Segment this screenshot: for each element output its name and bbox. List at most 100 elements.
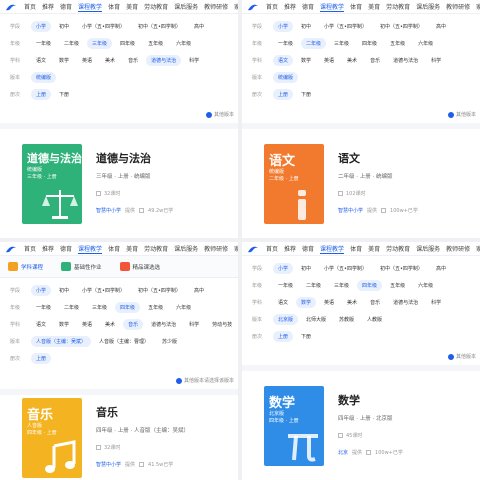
filter-option[interactable]: 六年级 [171,38,196,49]
filter-option[interactable]: 一年级 [273,38,298,49]
filter-option[interactable]: 二年级 [301,280,326,291]
nav-item[interactable]: 美育 [126,244,138,253]
filter-option[interactable]: 上册 [273,89,294,100]
nav-item[interactable]: 劳动教育 [386,2,410,11]
nav-item[interactable]: 推荐 [284,244,296,253]
nav-item[interactable]: 教师研修 [446,244,470,253]
nav-item[interactable]: 课后服务 [416,244,440,253]
filter-option[interactable]: 道德与法治 [388,55,423,66]
nav-item[interactable]: 家庭教育 [234,244,238,253]
platform-logo-icon[interactable] [4,243,18,255]
nav-item[interactable]: 德育 [302,2,314,11]
nav-item[interactable]: 体育 [108,2,120,11]
nav-item[interactable]: 体育 [350,244,362,253]
filter-option[interactable]: 四年级 [115,302,141,313]
filter-option[interactable]: 科学 [184,319,204,330]
nav-item[interactable]: 家 [234,2,238,11]
filter-option[interactable]: 数学 [296,55,316,66]
filter-option[interactable]: 上册 [31,353,52,364]
textbook-title[interactable]: 语文 [338,150,418,166]
filter-option[interactable]: 音乐 [123,55,143,66]
filter-option[interactable]: 初中 [54,285,74,296]
other-versions-link[interactable]: 其他版本 [447,353,476,360]
filter-option[interactable]: 初中（五•四学制） [133,285,186,296]
filter-option[interactable]: 小学 [273,21,294,32]
provider-name[interactable]: 智慧中小学 [338,207,363,214]
filter-option[interactable]: 初中 [296,263,316,274]
tab-content-type[interactable]: 精品课选选 [119,262,160,271]
filter-option[interactable]: 二年级 [59,302,84,313]
nav-item[interactable]: 课程教学 [320,2,345,12]
nav-item[interactable]: 课程教学 [78,244,103,254]
filter-option[interactable]: 上册 [273,331,294,342]
filter-option[interactable]: 上册 [31,89,52,100]
filter-option[interactable]: 人音版（主编：吴斌） [31,336,92,347]
nav-item[interactable]: 德育 [60,2,72,11]
filter-option[interactable]: 五年级 [143,302,168,313]
filter-option[interactable]: 六年级 [413,38,438,49]
filter-option[interactable]: 二年级 [59,38,84,49]
filter-option[interactable]: 六年级 [413,280,438,291]
filter-option[interactable]: 科学 [184,55,204,66]
filter-option[interactable]: 四年级 [115,38,140,49]
textbook-card[interactable]: 道德与法治 统编版 三年级 · 上册 道德与法治 三年级 · 上册 · 统编版 32课时智… [0,129,238,238]
filter-option[interactable]: 人教版 [362,314,387,325]
other-versions-link[interactable]: 其他版本 [447,111,476,118]
filter-option[interactable]: 小学（五•四学制） [77,285,130,296]
filter-option[interactable]: 小学（五•四学制） [319,21,372,32]
platform-logo-icon[interactable] [246,243,260,255]
filter-option[interactable]: 统编版 [31,72,57,83]
filter-option[interactable]: 小学（五•四学制） [319,263,372,274]
filter-option[interactable]: 美术 [342,55,362,66]
filter-option[interactable]: 苏教版 [334,314,359,325]
filter-option[interactable]: 英语 [77,319,97,330]
filter-option[interactable]: 初中 [54,21,74,32]
filter-option[interactable]: 四年级 [357,38,382,49]
filter-option[interactable]: 数学 [54,319,74,330]
filter-option[interactable]: 道德与法治 [146,55,182,66]
filter-option[interactable]: 劳动与技术 [207,319,232,330]
filter-option[interactable]: 五年级 [385,38,410,49]
platform-logo-icon[interactable] [4,1,18,13]
filter-option[interactable]: 科学 [426,297,446,308]
nav-item[interactable]: 家 [476,2,480,11]
nav-item[interactable]: 体育 [350,2,362,11]
filter-option[interactable]: 小学（五•四学制） [77,21,130,32]
nav-item[interactable]: 首页 [266,244,278,253]
nav-item[interactable]: 劳动教育 [144,2,168,11]
filter-option[interactable]: 道德与法治 [146,319,181,330]
filter-option[interactable]: 二年级 [301,38,327,49]
nav-item[interactable]: 教师研修 [446,2,470,11]
filter-option[interactable]: 道德与法治 [388,297,423,308]
textbook-cover[interactable]: 数学 北京版 四年级 · 上册 [264,385,324,466]
textbook-title[interactable]: 道德与法治 [96,150,173,166]
filter-option[interactable]: 音乐 [365,55,385,66]
filter-option[interactable]: 语文 [31,319,51,330]
filter-option[interactable]: 四年级 [357,280,383,291]
nav-item[interactable]: 美育 [368,2,380,11]
filter-option[interactable]: 小学 [31,21,52,32]
filter-option[interactable]: 苏少版 [157,336,182,347]
provider-name[interactable]: 北京 [338,449,348,456]
filter-option[interactable]: 科学 [426,55,446,66]
tab-content-type[interactable]: 学科课程 [8,262,43,271]
filter-option[interactable]: 一年级 [273,280,298,291]
nav-item[interactable]: 首页 [24,2,36,11]
nav-item[interactable]: 首页 [24,244,36,253]
nav-item[interactable]: 劳动教育 [144,244,168,253]
filter-option[interactable]: 人音版（主编：曹理） [94,336,154,347]
filter-option[interactable]: 初中 [296,21,316,32]
other-versions-link[interactable]: 其他版本 [205,111,234,118]
nav-item[interactable]: 教师研修 [204,2,228,11]
filter-option[interactable]: 小学 [273,263,294,274]
filter-option[interactable]: 初中（五•四学制） [375,263,428,274]
nav-item[interactable]: 教师研修 [204,244,228,253]
nav-item[interactable]: 推荐 [284,2,296,11]
nav-item[interactable]: 劳动教育 [386,244,410,253]
nav-item[interactable]: 家 [476,244,480,253]
textbook-card[interactable]: 音乐 人音版 四年级 · 上册 音乐 四年级 · 上册 · 人音版（主编：吴斌） 32课时… [0,395,238,480]
nav-item[interactable]: 德育 [60,244,72,253]
textbook-cover[interactable]: 道德与法治 统编版 三年级 · 上册 [22,143,82,224]
filter-option[interactable]: 统编版 [273,72,299,83]
filter-option[interactable]: 三年级 [87,302,112,313]
